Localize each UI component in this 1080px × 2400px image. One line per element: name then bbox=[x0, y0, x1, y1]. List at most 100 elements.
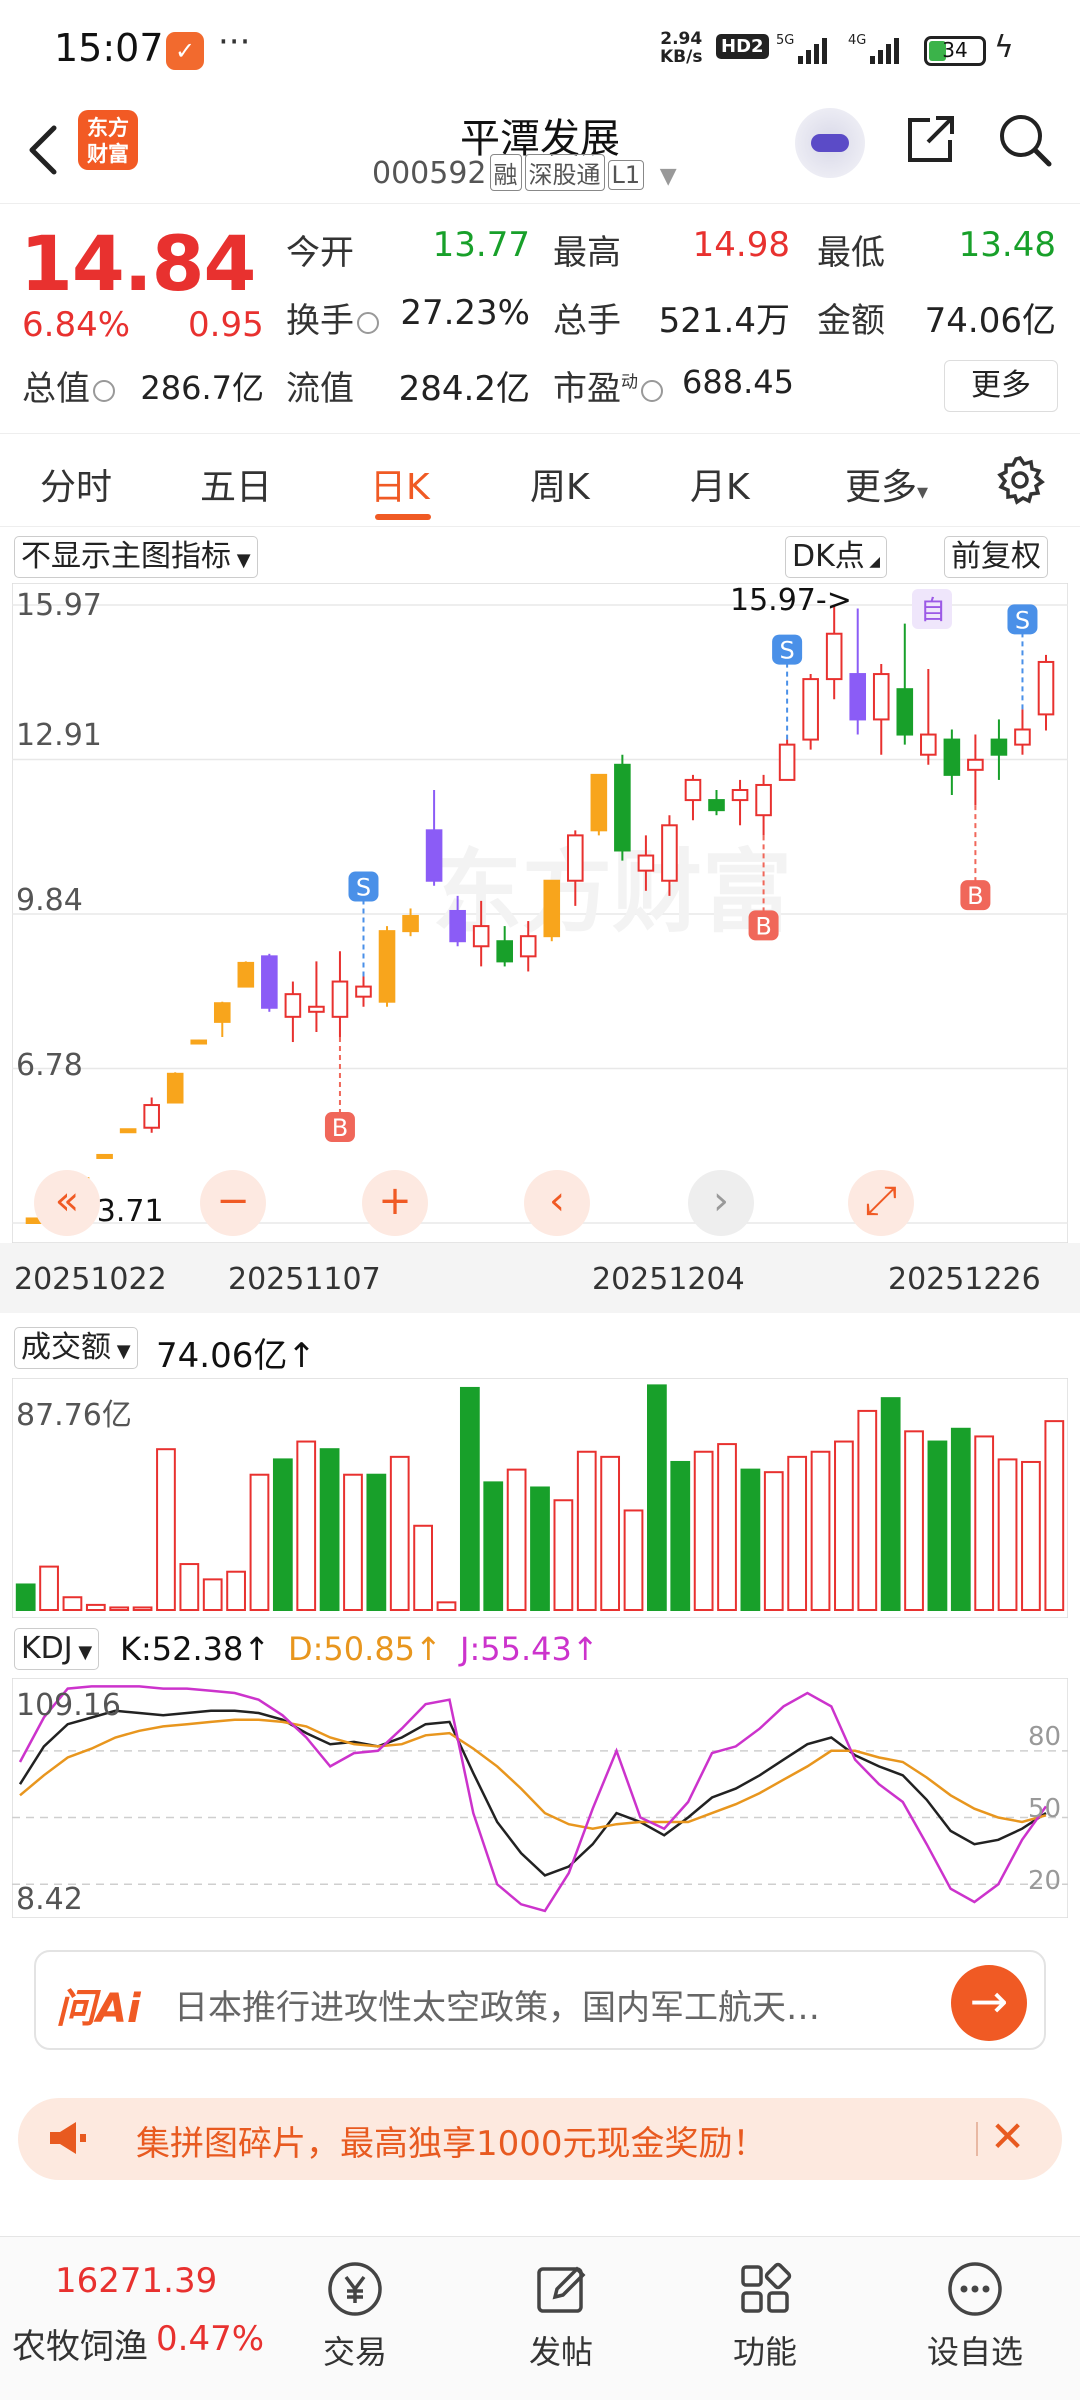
turnover-label-text: 换手 bbox=[286, 301, 354, 341]
volume-bar bbox=[319, 1448, 340, 1611]
candle-body bbox=[872, 673, 890, 721]
sector-index-name[interactable]: 农牧饲渔 bbox=[12, 2319, 148, 2368]
zoom-out-button[interactable]: − bbox=[200, 1170, 266, 1236]
candle-body bbox=[943, 738, 961, 776]
volume-current-value: 74.06亿↑ bbox=[156, 1336, 316, 1376]
main-indicator-select[interactable]: 不显示主图指标 ▼ bbox=[14, 536, 258, 578]
date-label-2: 20251107 bbox=[228, 1262, 381, 1297]
ai-assistant-avatar[interactable] bbox=[795, 108, 865, 178]
candle-body bbox=[661, 824, 678, 882]
buy-signal-label: B bbox=[755, 912, 771, 940]
volume-bar bbox=[670, 1460, 691, 1612]
volume-indicator-label: 成交额 bbox=[21, 1330, 111, 1365]
volume-bar bbox=[623, 1509, 644, 1612]
nav-post[interactable]: 发帖 bbox=[496, 2249, 626, 2389]
battery-level: 34 bbox=[942, 38, 968, 62]
nav-trade[interactable]: 交易 bbox=[290, 2249, 420, 2389]
ai-suggestion-text: 日本推行进攻性太空政策，国内军工航天… bbox=[174, 1988, 820, 2028]
volume-bar bbox=[109, 1606, 130, 1612]
volume-bar bbox=[226, 1570, 246, 1611]
search-icon[interactable] bbox=[995, 110, 1055, 170]
y-label-3: 9.84 bbox=[16, 883, 83, 918]
stock-code-row[interactable]: 000592 融深股通 L1 ▼ bbox=[372, 154, 677, 191]
candle-body bbox=[896, 688, 914, 736]
volume-bar bbox=[15, 1583, 36, 1612]
zoom-all-button[interactable]: « bbox=[34, 1170, 100, 1236]
dk-point-label: DK点 bbox=[792, 539, 865, 574]
kdj-j-value: J:55.43↑ bbox=[460, 1630, 599, 1668]
high-label: 最高 bbox=[553, 233, 621, 273]
sell-signal-label: S bbox=[1015, 606, 1030, 634]
signal-5g-icon: 5G bbox=[776, 33, 827, 64]
open-value: 13.77 bbox=[432, 225, 530, 265]
volume-bar bbox=[834, 1440, 854, 1612]
tag-level: L1 bbox=[607, 160, 645, 190]
kdj-d-value: D:50.85↑ bbox=[288, 1630, 442, 1668]
volume-bar bbox=[647, 1384, 667, 1611]
gear-icon[interactable] bbox=[994, 454, 1046, 506]
volume-indicator-select[interactable]: 成交额 ▼ bbox=[14, 1327, 138, 1369]
kdj-chart[interactable] bbox=[12, 1678, 1068, 1918]
kdj-k-value: K:52.38↑ bbox=[120, 1630, 271, 1668]
sector-index-percent: 0.47% bbox=[156, 2319, 265, 2359]
volume-chart[interactable] bbox=[12, 1378, 1068, 1618]
share-icon[interactable] bbox=[900, 110, 960, 170]
tab-monthly-k[interactable]: 月K bbox=[690, 458, 750, 510]
buy-signal-label: B bbox=[967, 882, 983, 910]
volume-bar bbox=[62, 1596, 83, 1611]
volume-bar bbox=[413, 1524, 433, 1611]
nav-add-watchlist[interactable]: 设自选 bbox=[910, 2249, 1040, 2389]
ai-question-input[interactable]: 问Ai 日本推行进攻性太空政策，国内军工航天… → bbox=[34, 1950, 1046, 2050]
close-icon[interactable]: ✕ bbox=[990, 2112, 1025, 2161]
volume-bar bbox=[880, 1397, 901, 1611]
megaphone-icon bbox=[50, 2122, 86, 2154]
price-adjust-button[interactable]: 前复权 bbox=[944, 536, 1048, 578]
info-icon[interactable] bbox=[357, 311, 379, 334]
hd-badge: HD2 bbox=[716, 34, 769, 59]
tab-more[interactable]: 更多▾ bbox=[845, 458, 928, 510]
kdj-level-20: 20 bbox=[1028, 1866, 1062, 1896]
tag-margin: 融 bbox=[489, 154, 522, 191]
float-label: 流值 bbox=[286, 369, 354, 409]
candlestick-chart[interactable]: 东方财富 BSBSBS 15.97-> <--3.71 自 bbox=[12, 583, 1068, 1243]
change-amount: 0.95 bbox=[188, 305, 264, 345]
pe-dynamic-mark: 动 bbox=[621, 372, 638, 393]
candle-body bbox=[614, 763, 631, 852]
max-price-note: 15.97-> bbox=[730, 583, 852, 618]
network-rate-unit: KB/s bbox=[660, 47, 703, 67]
nav-functions[interactable]: 功能 bbox=[700, 2249, 830, 2389]
volume-bar bbox=[483, 1481, 504, 1611]
battery-icon: 34 bbox=[924, 36, 986, 66]
candle-body bbox=[190, 1039, 208, 1045]
candle-body bbox=[237, 961, 255, 988]
info-icon[interactable] bbox=[93, 379, 115, 402]
kdj-indicator-select[interactable]: KDJ ▼ bbox=[14, 1628, 100, 1670]
tab-five-day[interactable]: 五日 bbox=[200, 458, 272, 510]
volume-bar bbox=[530, 1486, 550, 1611]
volume-bar bbox=[132, 1606, 153, 1612]
ai-submit-button[interactable]: → bbox=[951, 1965, 1027, 2041]
candle-body bbox=[1037, 660, 1055, 716]
amount-label: 金额 bbox=[817, 301, 885, 341]
candle-body bbox=[331, 980, 349, 1018]
scroll-left-button[interactable]: ‹ bbox=[524, 1170, 590, 1236]
network-rate: 2.94 KB/s bbox=[660, 30, 702, 66]
pe-label: 市盈动 bbox=[553, 361, 663, 410]
info-icon[interactable] bbox=[641, 379, 663, 402]
more-button[interactable]: 更多 bbox=[944, 360, 1058, 412]
fullscreen-button[interactable]: ⤢ bbox=[848, 1170, 914, 1236]
dk-point-button[interactable]: DK点 ◢ bbox=[785, 536, 887, 578]
tab-intraday[interactable]: 分时 bbox=[40, 458, 112, 510]
change-percent: 6.84% bbox=[22, 305, 131, 345]
volume-bar bbox=[763, 1471, 784, 1611]
sector-index-value[interactable]: 16271.39 bbox=[55, 2261, 217, 2301]
mcap-value: 286.7亿 bbox=[140, 369, 264, 407]
y-label-2: 12.91 bbox=[16, 718, 102, 753]
tab-daily-k[interactable]: 日K bbox=[370, 458, 430, 510]
scroll-right-button[interactable]: › bbox=[688, 1170, 754, 1236]
zoom-in-button[interactable]: + bbox=[362, 1170, 428, 1236]
promo-banner[interactable]: 集拼图碎片，最高独享1000元现金奖励！ ✕ bbox=[18, 2098, 1062, 2180]
chevron-down-icon: ▼ bbox=[231, 550, 251, 571]
low-label: 最低 bbox=[817, 233, 885, 273]
tab-weekly-k[interactable]: 周K bbox=[530, 458, 590, 510]
